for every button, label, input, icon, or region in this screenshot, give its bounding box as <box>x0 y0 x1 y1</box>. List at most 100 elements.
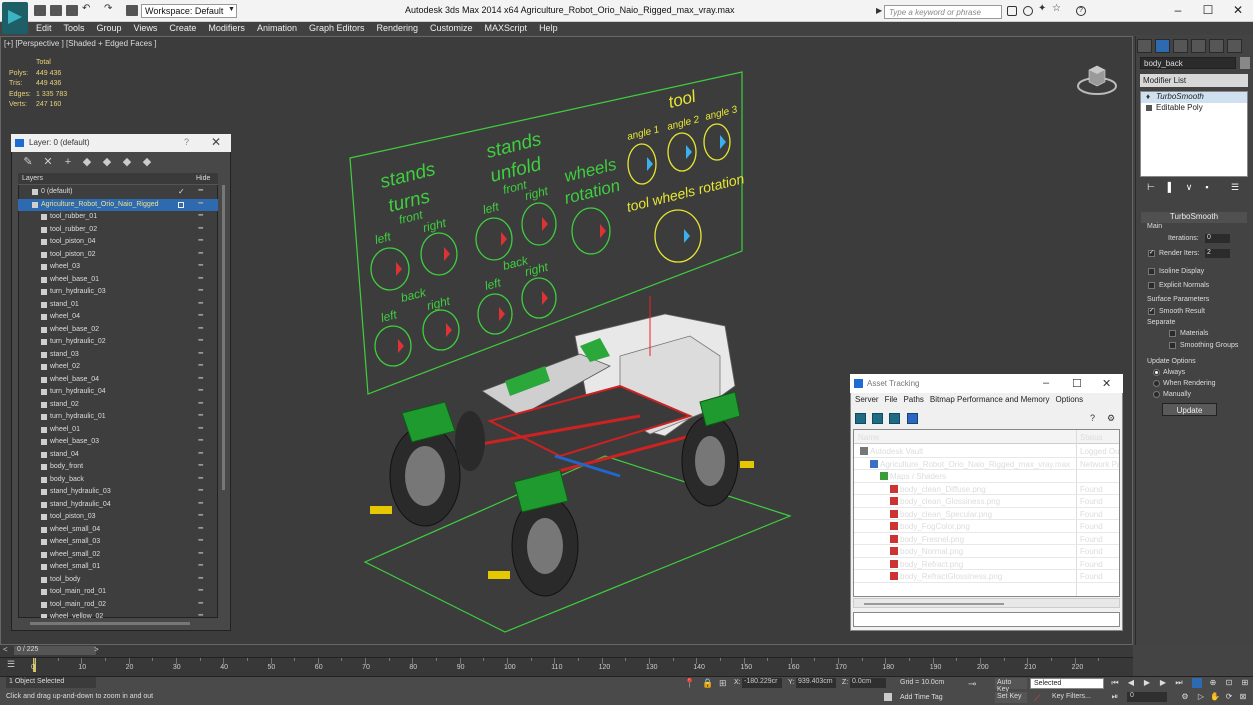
hide-toggle[interactable]: ▪▪▪ <box>198 200 204 207</box>
hide-toggle[interactable]: ▪▪▪ <box>198 187 204 194</box>
menu-modifiers[interactable]: Modifiers <box>202 22 251 33</box>
layer-row[interactable]: wheel_small_04 ▪▪▪ <box>18 524 218 537</box>
stack-item-editable-poly[interactable]: Editable Poly <box>1141 103 1247 114</box>
layer-hscrollbar[interactable] <box>30 622 190 625</box>
hide-toggle[interactable]: ▪▪▪ <box>198 237 204 244</box>
layer-row[interactable]: wheel_small_02 ▪▪▪ <box>18 549 218 562</box>
hide-toggle[interactable]: ▪▪▪ <box>198 550 204 557</box>
zoom-extents-icon[interactable]: ⊡ <box>1224 678 1234 688</box>
asset-menu-server[interactable]: Server <box>852 395 882 404</box>
modifier-stack[interactable]: ♦ TurboSmooth Editable Poly <box>1140 91 1248 177</box>
z-coordinate-field[interactable]: 0.0cm <box>850 678 886 688</box>
layer-row[interactable]: stand_04 ▪▪▪ <box>18 449 218 462</box>
configure-sets-icon[interactable]: ☰ <box>1228 182 1242 192</box>
asset-row[interactable]: body_clean_Diffuse.png Found <box>854 483 1119 495</box>
asset-row[interactable]: body_RefractGlossiness.png Found <box>854 570 1119 583</box>
asset-minimize-button[interactable]: – <box>1043 377 1049 389</box>
remove-modifier-icon[interactable]: ▪ <box>1200 182 1214 192</box>
asset-menu-bitmap[interactable]: Bitmap Performance and Memory <box>927 395 1053 404</box>
asset-close-button[interactable]: ✕ <box>1102 377 1111 390</box>
layer-dialog-titlebar[interactable]: Layer: 0 (default) ? ✕ <box>11 134 231 152</box>
workspace-chevron-icon[interactable]: ▼ <box>228 6 235 13</box>
hide-toggle[interactable]: ▪▪▪ <box>198 300 204 307</box>
layer-row[interactable]: 0 (default) ✓ ▪▪▪ <box>18 186 218 199</box>
layer-row[interactable]: wheel_small_01 ▪▪▪ <box>18 561 218 574</box>
delete-layer-icon[interactable]: ✕ <box>42 157 54 168</box>
menu-group[interactable]: Group <box>91 22 128 33</box>
asset-row[interactable]: body_Refract.png Found <box>854 558 1119 570</box>
goto-end-icon[interactable]: ⏭ <box>1174 678 1184 688</box>
hide-toggle[interactable]: ▪▪▪ <box>198 362 204 369</box>
hide-toggle[interactable]: ▪▪▪ <box>198 562 204 569</box>
stack-item-turbosmooth[interactable]: ♦ TurboSmooth <box>1141 92 1247 103</box>
create-tab-icon[interactable] <box>1137 39 1152 53</box>
app-logo-icon[interactable] <box>2 2 28 34</box>
asset-menu-options[interactable]: Options <box>1053 395 1087 404</box>
maximize-viewport-icon[interactable]: ⊠ <box>1238 692 1248 702</box>
layer-row[interactable]: body_front ▪▪▪ <box>18 461 218 474</box>
communication-center-icon[interactable]: ✦ <box>1038 3 1048 14</box>
goto-start-icon[interactable]: ⏮ <box>1110 678 1120 688</box>
key-filters-button[interactable]: Key Filters... <box>1052 693 1091 700</box>
hide-all-icon[interactable]: ◆ <box>121 157 133 168</box>
menu-views[interactable]: Views <box>128 22 164 33</box>
lightbulb-icon[interactable]: ♦ <box>1146 92 1150 101</box>
asset-help-icon[interactable]: ? <box>1090 413 1095 423</box>
next-frame-icon[interactable]: ▶ <box>1158 678 1168 688</box>
auto-key-button[interactable]: Auto Key <box>995 678 1027 693</box>
add-time-tag[interactable]: Add Time Tag <box>900 694 943 701</box>
layer-close-button[interactable]: ✕ <box>211 135 221 149</box>
open-file-icon[interactable] <box>50 5 62 16</box>
menu-customize[interactable]: Customize <box>424 22 479 33</box>
explicit-normals-checkbox[interactable] <box>1148 282 1155 289</box>
list-view-icon[interactable] <box>872 413 883 424</box>
render-iters-checkbox[interactable]: ✓ <box>1148 250 1155 257</box>
layer-row[interactable]: tool_rubber_01 ▪▪▪ <box>18 211 218 224</box>
pan-icon[interactable]: ✋ <box>1210 692 1220 702</box>
col-name[interactable]: Name <box>858 433 879 442</box>
hide-toggle[interactable]: ▪▪▪ <box>198 525 204 532</box>
absolute-mode-icon[interactable]: ⊞ <box>719 678 727 689</box>
prev-frame-icon[interactable]: ◀ <box>1126 678 1136 688</box>
lock-selection-icon[interactable]: 🔒 <box>702 678 713 689</box>
asset-row[interactable]: Maps / Shaders <box>854 470 1119 483</box>
binoculars-icon[interactable] <box>1007 6 1017 16</box>
menu-animation[interactable]: Animation <box>251 22 303 33</box>
hide-toggle[interactable]: ▪▪▪ <box>198 250 204 257</box>
menu-graph-editors[interactable]: Graph Editors <box>303 22 371 33</box>
asset-table[interactable]: Name Status Autodesk Vault Logged Out Agri… <box>853 429 1120 597</box>
layer-row[interactable]: stand_hydraulic_03 ▪▪▪ <box>18 486 218 499</box>
freeze-all-icon[interactable]: ◆ <box>141 157 153 168</box>
set-key-button[interactable]: Set Key <box>995 692 1027 703</box>
hide-toggle[interactable]: ▪▪▪ <box>198 412 204 419</box>
workspace-dropdown[interactable]: Workspace: Default <box>141 4 237 18</box>
layer-help-icon[interactable]: ? <box>184 137 189 147</box>
grid-view-icon[interactable] <box>907 413 918 424</box>
smooth-result-checkbox[interactable]: ✓ <box>1148 308 1155 315</box>
hide-toggle[interactable]: ▪▪▪ <box>198 212 204 219</box>
zoom-extents-all-icon[interactable]: ⊞ <box>1240 678 1250 688</box>
add-to-layer-icon[interactable]: + <box>62 157 74 168</box>
menu-help[interactable]: Help <box>533 22 564 33</box>
time-config-icon[interactable]: ⚙ <box>1180 692 1190 702</box>
materials-checkbox[interactable] <box>1169 330 1176 337</box>
maximize-button[interactable]: ☐ <box>1193 3 1223 19</box>
layer-row[interactable]: turn_hydraulic_04 ▪▪▪ <box>18 386 218 399</box>
expand-icon[interactable] <box>1146 105 1152 111</box>
col-hide[interactable]: Hide <box>196 175 210 182</box>
hide-toggle[interactable]: ▪▪▪ <box>198 337 204 344</box>
y-coordinate-field[interactable]: 939.403cm <box>796 678 836 688</box>
layer-row[interactable]: wheel_small_03 ▪▪▪ <box>18 536 218 549</box>
render-iters-spinner[interactable]: 2 <box>1205 249 1230 258</box>
layer-row[interactable]: stand_03 ▪▪▪ <box>18 349 218 362</box>
play-icon[interactable]: ▶ <box>1142 678 1152 688</box>
hide-toggle[interactable]: ▪▪▪ <box>198 425 204 432</box>
update-button[interactable]: Update <box>1162 403 1217 416</box>
iterations-spinner[interactable]: 0 <box>1205 234 1230 243</box>
hide-toggle[interactable]: ▪▪▪ <box>198 312 204 319</box>
motion-tab-icon[interactable] <box>1191 39 1206 53</box>
hide-toggle[interactable]: ▪▪▪ <box>198 275 204 282</box>
layer-row[interactable]: wheel_04 ▪▪▪ <box>18 311 218 324</box>
manually-radio[interactable] <box>1153 391 1160 398</box>
new-layer-icon[interactable]: ✎ <box>22 157 34 168</box>
